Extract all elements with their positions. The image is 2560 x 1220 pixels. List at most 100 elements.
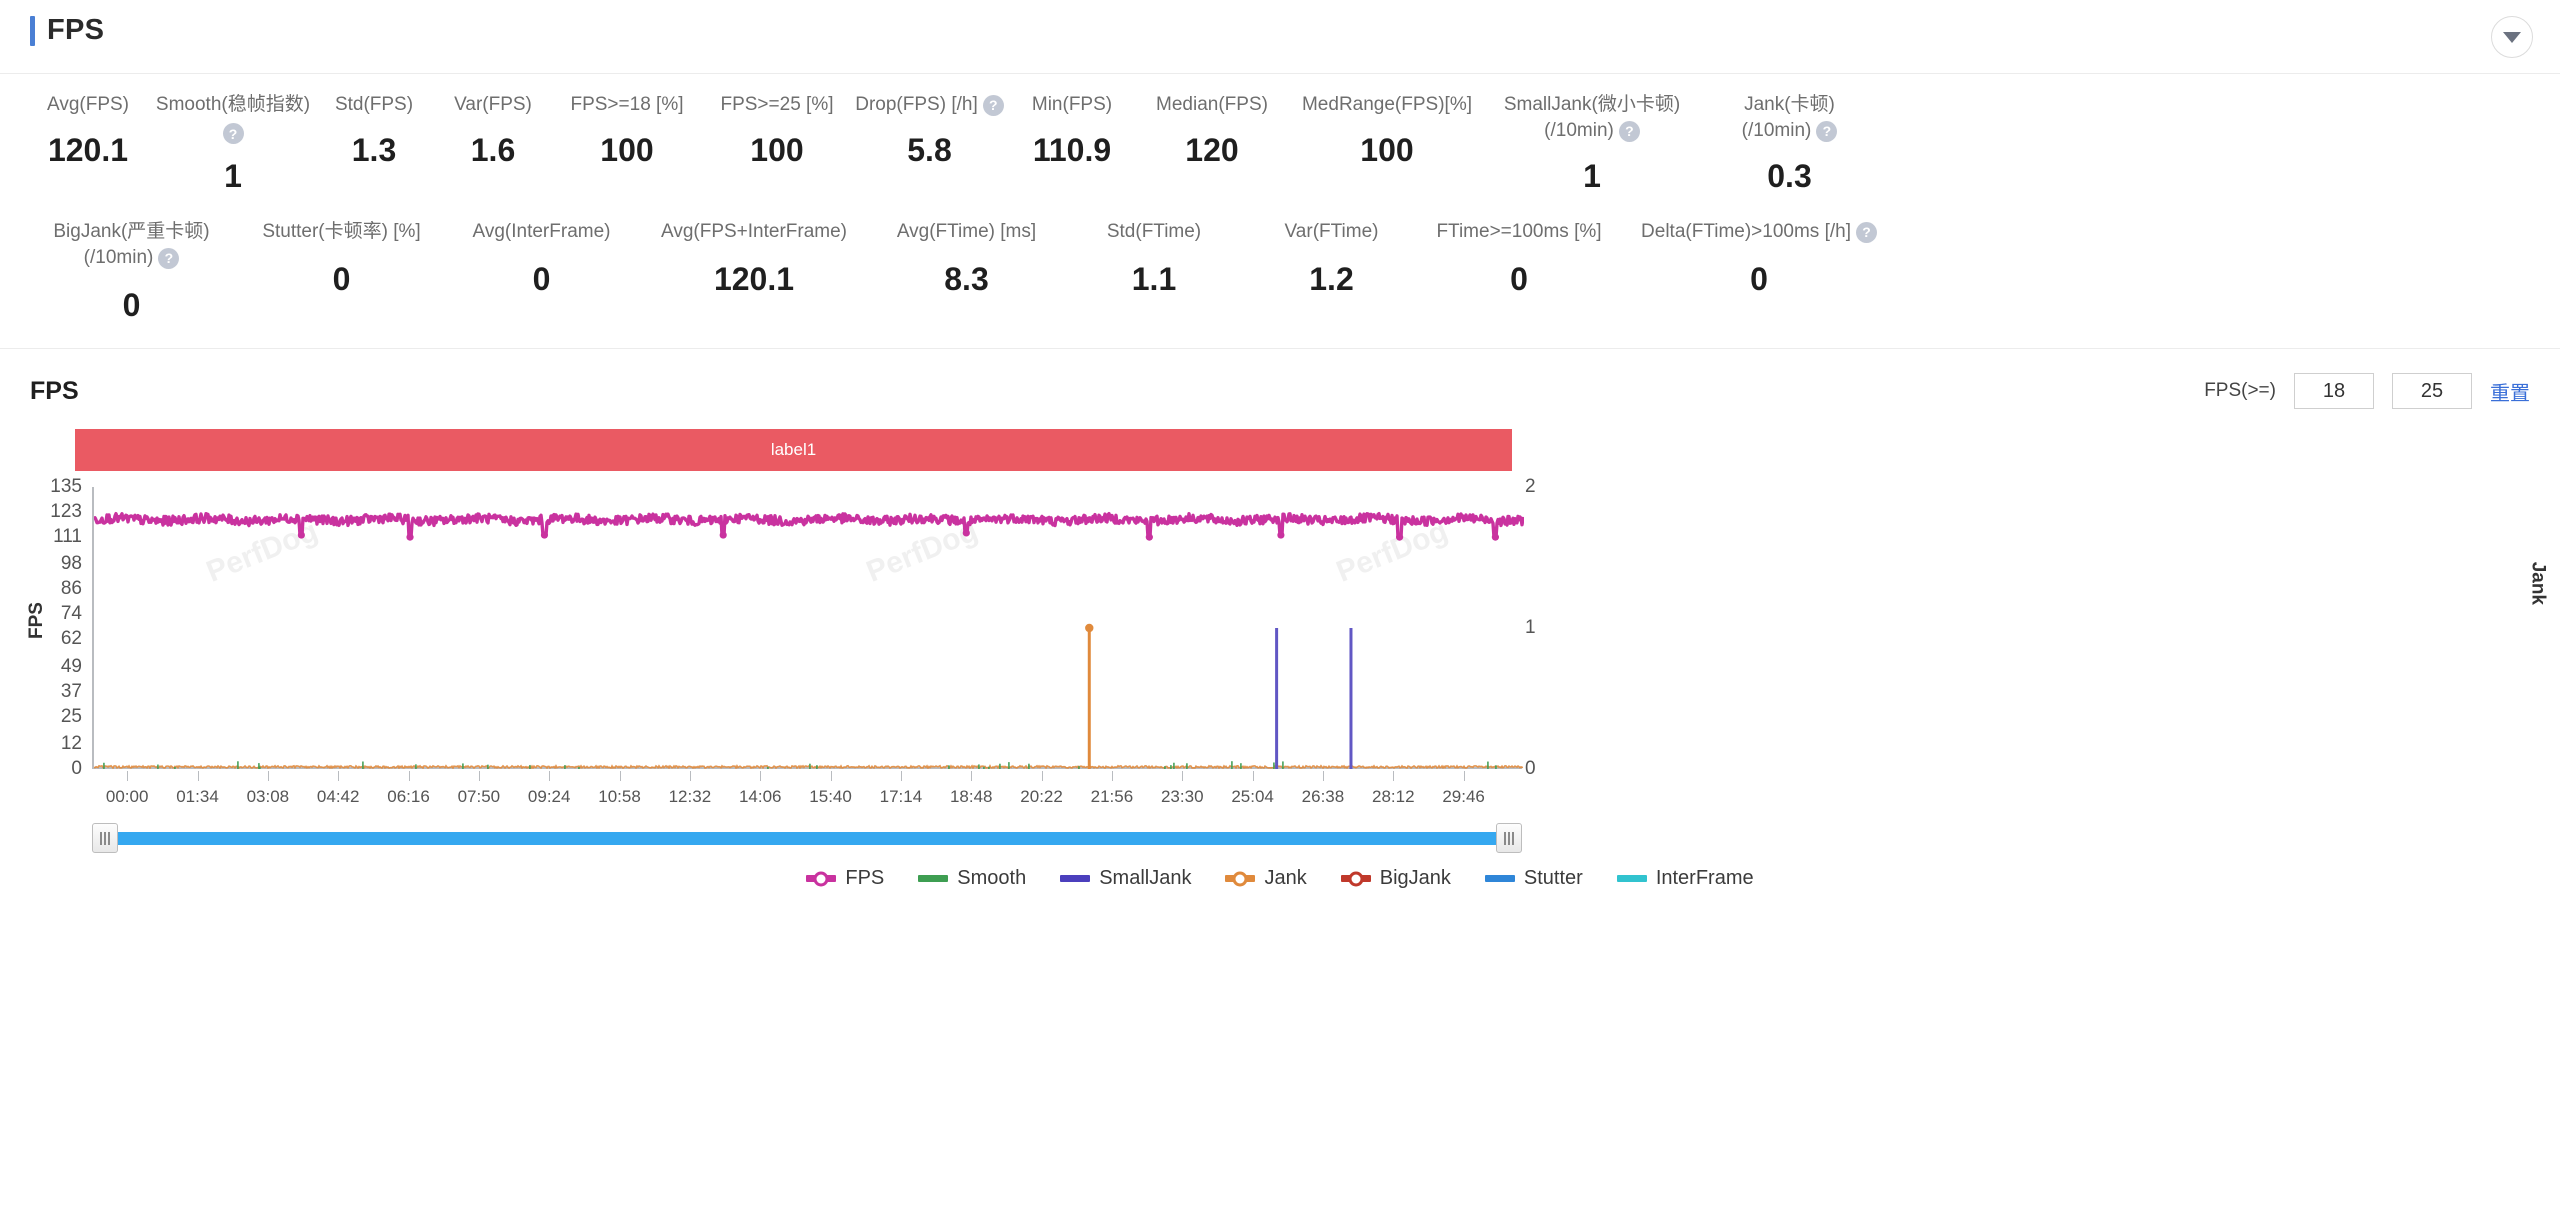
x-tick-mark <box>197 771 199 781</box>
collapse-panel-button[interactable] <box>2491 16 2533 58</box>
panel-header: FPS <box>0 0 2560 74</box>
y-axis-title-right: Jank <box>2527 561 2548 605</box>
fps-plot: FPS 135 123 111 98 86 74 62 49 37 25 12 0 PerfDog P… <box>26 476 2548 817</box>
chart-toolbar: FPS FPS(>=) 重置 <box>30 371 2530 411</box>
plot-area[interactable]: PerfDog PerfDog PerfDog <box>92 487 1524 769</box>
title-accent-bar <box>30 15 35 46</box>
help-icon[interactable]: ? <box>1618 120 1640 142</box>
metric-value: 1.6 <box>470 132 516 168</box>
x-tick-label: 07:50 <box>457 787 501 806</box>
legend-item-interframe[interactable]: InterFrame <box>1616 867 1754 890</box>
legend-swatch-icon <box>1616 875 1647 882</box>
metric-value: 120 <box>1185 132 1239 168</box>
y-axis-left-ticks: 135 123 111 98 86 74 62 49 37 25 12 0 <box>30 476 82 779</box>
fps-threshold-low-input[interactable] <box>2294 373 2374 409</box>
y2-tick-label: 1 <box>1525 617 1536 638</box>
legend-label: Jank <box>1264 867 1307 889</box>
x-tick-mark <box>1463 771 1465 781</box>
x-tick-label: 18:48 <box>949 787 993 806</box>
x-tick-mark <box>900 771 902 781</box>
metric-label: Median(FPS) <box>1156 94 1268 115</box>
y-tick-label: 49 <box>60 655 82 677</box>
help-icon[interactable]: ? <box>1816 120 1838 142</box>
x-tick-label: 04:42 <box>316 787 360 806</box>
metric-value: 1 <box>1583 158 1601 194</box>
legend-label: InterFrame <box>1655 867 1754 889</box>
timeline-label-band[interactable]: label1 <box>75 429 1512 471</box>
legend-item-fps[interactable]: FPS <box>806 867 884 890</box>
x-tick-mark <box>549 771 551 781</box>
legend-item-jank[interactable]: Jank <box>1225 867 1307 890</box>
y-axis-right-ticks: 2 1 0 <box>1525 476 1551 779</box>
x-tick-label: 23:30 <box>1160 787 1204 806</box>
metric-delta-ftime-100ms-h-: Delta(FTime)>100ms [/h]? 0 <box>1619 219 1899 298</box>
metric-value: 100 <box>600 132 654 168</box>
help-icon[interactable]: ? <box>982 94 1004 116</box>
metric-avg-interframe-: Avg(InterFrame) 0 <box>444 219 639 298</box>
x-tick-label: 10:58 <box>598 787 641 806</box>
metric-label: Stutter(卡顿率) [%] <box>262 221 421 242</box>
metric-var-ftime-: Var(FTime) 1.2 <box>1244 219 1419 298</box>
metric-value: 100 <box>1360 132 1414 168</box>
y-tick-label: 37 <box>60 680 82 702</box>
y-tick-label: 111 <box>53 526 82 548</box>
page-title: FPS <box>30 14 104 47</box>
timeline-range-slider[interactable] <box>92 823 1522 853</box>
metric-value: 0 <box>1510 261 1528 297</box>
x-tick-label: 14:06 <box>738 787 782 806</box>
metric-label: Avg(FTime) [ms] <box>896 221 1037 242</box>
metric-value: 120.1 <box>47 132 129 168</box>
legend-label: SmallJank <box>1099 867 1192 889</box>
legend-label: Stutter <box>1523 867 1583 889</box>
y-tick-label: 86 <box>60 578 82 600</box>
page-title-text: FPS <box>47 14 105 46</box>
range-handle-end[interactable] <box>1496 823 1522 853</box>
legend-item-bigjank[interactable]: BigJank <box>1340 867 1451 890</box>
range-handle-start[interactable] <box>92 823 118 853</box>
x-tick-label: 20:22 <box>1020 787 1063 806</box>
metric-label: Delta(FTime)>100ms [/h]? <box>1641 219 1877 245</box>
metric-value: 0.3 <box>1767 158 1812 194</box>
metric-drop-fps-h-: Drop(FPS) [/h]? 5.8 <box>852 92 1007 169</box>
grip-icon <box>100 831 110 845</box>
chart-legend: FPS Smooth SmallJank Jank BigJank Stutter Inte… <box>30 867 2530 890</box>
fps-threshold-high-input[interactable] <box>2392 373 2472 409</box>
help-icon[interactable]: ? <box>158 247 180 269</box>
y-tick-label: 98 <box>60 553 82 575</box>
x-tick-mark <box>830 771 832 781</box>
reset-button[interactable]: 重置 <box>2490 377 2530 406</box>
metric-fps-25-: FPS>=25 [%] 100 <box>702 92 852 169</box>
metric-value: 1.3 <box>351 132 397 168</box>
metric-label: FPS>=18 [%] <box>570 94 684 115</box>
metric-value: 0 <box>1750 261 1768 297</box>
series-jank <box>1085 623 1094 769</box>
legend-swatch-icon <box>1225 875 1256 882</box>
legend-label: FPS <box>845 867 885 889</box>
legend-swatch-icon <box>918 875 949 882</box>
timeline-label-text: label1 <box>770 440 817 459</box>
y-tick-label: 0 <box>71 758 82 779</box>
metric-label: Avg(FPS) <box>46 94 129 115</box>
metric-value: 8.3 <box>944 261 989 297</box>
y-tick-label: 123 <box>50 501 82 523</box>
legend-item-smooth[interactable]: Smooth <box>918 867 1026 890</box>
metric-label: BigJank(严重卡顿) (/10min)? <box>53 221 210 269</box>
metric-value: 5.8 <box>907 132 952 168</box>
x-tick-label: 17:14 <box>879 787 923 806</box>
legend-item-smalljank[interactable]: SmallJank <box>1060 867 1191 890</box>
help-icon[interactable]: ? <box>222 123 244 144</box>
x-tick-label: 12:32 <box>668 787 712 806</box>
x-tick-mark <box>1393 771 1395 781</box>
metric-avg-ftime-ms-: Avg(FTime) [ms] 8.3 <box>869 219 1064 298</box>
y2-tick-label: 0 <box>1525 758 1536 779</box>
metric-value: 1.2 <box>1309 261 1354 297</box>
range-track[interactable] <box>104 832 1510 845</box>
metric-var-fps-: Var(FPS) 1.6 <box>434 92 552 169</box>
metric-label: Avg(InterFrame) <box>472 221 611 242</box>
help-icon[interactable]: ? <box>1855 221 1877 243</box>
legend-item-stutter[interactable]: Stutter <box>1484 867 1583 890</box>
x-tick-label: 26:38 <box>1301 787 1345 806</box>
metrics-row-primary: Avg(FPS) 120.1 Smooth(稳帧指数)? 1 Std(FPS) 1.3 Va… <box>24 92 2536 195</box>
chevron-down-icon <box>2503 31 2521 43</box>
x-tick-mark <box>1041 771 1043 781</box>
